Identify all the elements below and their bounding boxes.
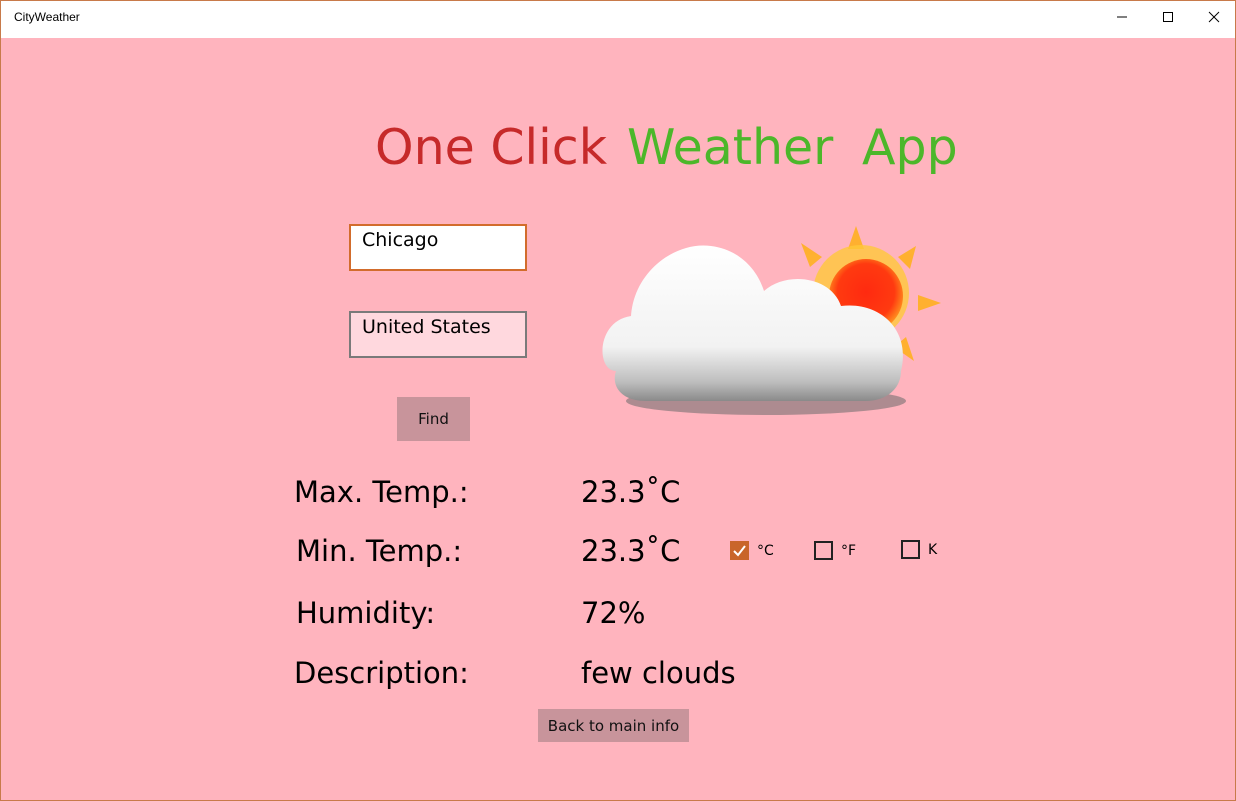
kelvin-label: K <box>928 541 938 558</box>
window-title: CityWeather <box>14 10 80 24</box>
min-temp-label: Min. Temp.: <box>296 534 463 568</box>
max-temp-label: Max. Temp.: <box>294 475 469 509</box>
partly-cloudy-icon <box>602 226 941 415</box>
checkbox-checked-icon <box>730 541 749 560</box>
celsius-label: °C <box>757 542 774 559</box>
min-temp-value: 23.3˚C <box>581 534 681 568</box>
checkbox-empty-icon <box>814 541 833 560</box>
checkbox-empty-icon <box>901 540 920 559</box>
title-bar[interactable]: CityWeather <box>1 1 1235 38</box>
app-window: CityWeather One Click Weather App Chicag… <box>0 0 1236 801</box>
description-value: few clouds <box>581 656 736 690</box>
description-label: Description: <box>294 656 469 690</box>
minimize-button[interactable] <box>1099 1 1145 33</box>
close-icon <box>1208 11 1220 23</box>
fahrenheit-checkbox[interactable]: °F <box>814 541 856 560</box>
country-input[interactable]: United States <box>349 311 527 358</box>
city-input[interactable]: Chicago <box>349 224 527 271</box>
back-to-main-info-button[interactable]: Back to main info <box>538 709 689 742</box>
close-button[interactable] <box>1191 1 1236 33</box>
max-temp-value: 23.3˚C <box>581 475 681 509</box>
kelvin-checkbox[interactable]: K <box>901 540 937 559</box>
minimize-icon <box>1117 16 1127 18</box>
humidity-label: Humidity: <box>296 596 436 630</box>
find-button[interactable]: Find <box>397 397 470 441</box>
headline-app: App <box>862 119 958 176</box>
maximize-button[interactable] <box>1145 1 1191 33</box>
headline-one-click: One Click <box>375 119 608 176</box>
celsius-checkbox[interactable]: °C <box>730 541 774 560</box>
fahrenheit-label: °F <box>841 542 857 559</box>
headline-weather: Weather <box>627 119 834 176</box>
maximize-icon <box>1163 12 1173 22</box>
humidity-value: 72% <box>581 596 646 630</box>
